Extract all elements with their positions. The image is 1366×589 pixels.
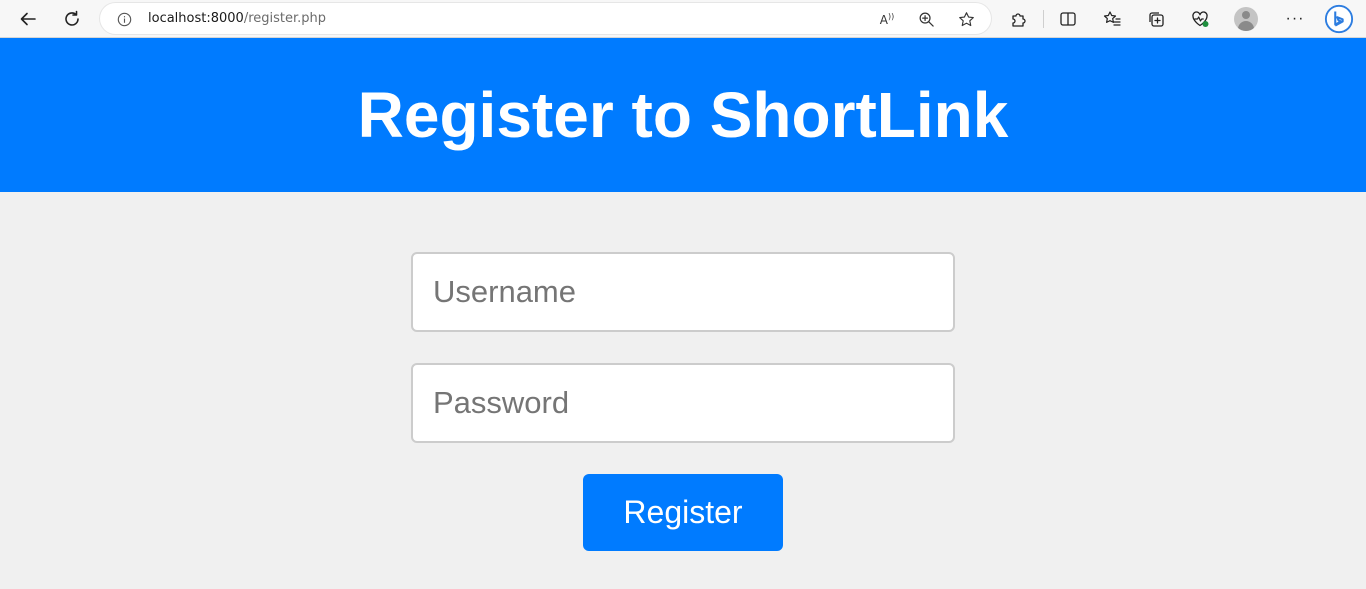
address-bar[interactable]: localhost:8000/register.php A)) — [100, 3, 991, 34]
favorites-button[interactable] — [1097, 4, 1127, 34]
bing-icon — [1324, 4, 1354, 34]
profile-avatar[interactable] — [1234, 7, 1258, 31]
url-text[interactable]: localhost:8000/register.php — [148, 11, 326, 26]
heart-pulse-icon — [1192, 11, 1209, 27]
star-icon — [958, 11, 974, 26]
url-path: /register.php — [243, 11, 327, 26]
favorite-button[interactable] — [955, 8, 977, 30]
zoom-button[interactable] — [915, 8, 937, 30]
puzzle-icon — [1012, 13, 1026, 27]
avatar-body — [1238, 21, 1254, 31]
read-aloud-icon: A)) — [879, 11, 895, 27]
favorites-icon — [1103, 11, 1121, 26]
split-screen-button[interactable] — [1053, 4, 1083, 34]
browser-toolbar: localhost:8000/register.php A)) ··· — [0, 0, 1366, 38]
read-aloud-label: A — [879, 12, 888, 27]
info-icon — [117, 12, 131, 26]
register-button[interactable]: Register — [583, 474, 783, 551]
page-header: Register to ShortLink — [0, 38, 1366, 192]
site-info-button[interactable] — [114, 9, 134, 29]
back-arrow-icon — [20, 12, 36, 26]
read-aloud-button[interactable]: A)) — [876, 8, 898, 30]
copilot-button[interactable] — [1323, 3, 1355, 35]
username-input[interactable] — [411, 252, 955, 332]
more-icon: ··· — [1285, 10, 1305, 27]
more-button[interactable]: ··· — [1280, 4, 1310, 34]
url-host: localhost:8000 — [148, 11, 244, 26]
password-input[interactable] — [411, 363, 955, 443]
zoom-icon — [919, 12, 934, 27]
refresh-button[interactable] — [57, 4, 87, 34]
page-title: Register to ShortLink — [357, 79, 1009, 151]
collections-button[interactable] — [1141, 4, 1171, 34]
back-button[interactable] — [13, 4, 43, 34]
performance-button[interactable] — [1185, 4, 1215, 34]
avatar-head — [1242, 11, 1250, 19]
toolbar-divider — [1043, 10, 1044, 28]
split-screen-icon — [1060, 12, 1076, 26]
collections-icon — [1149, 12, 1164, 27]
refresh-icon — [65, 10, 79, 26]
extensions-button[interactable] — [1004, 4, 1034, 34]
